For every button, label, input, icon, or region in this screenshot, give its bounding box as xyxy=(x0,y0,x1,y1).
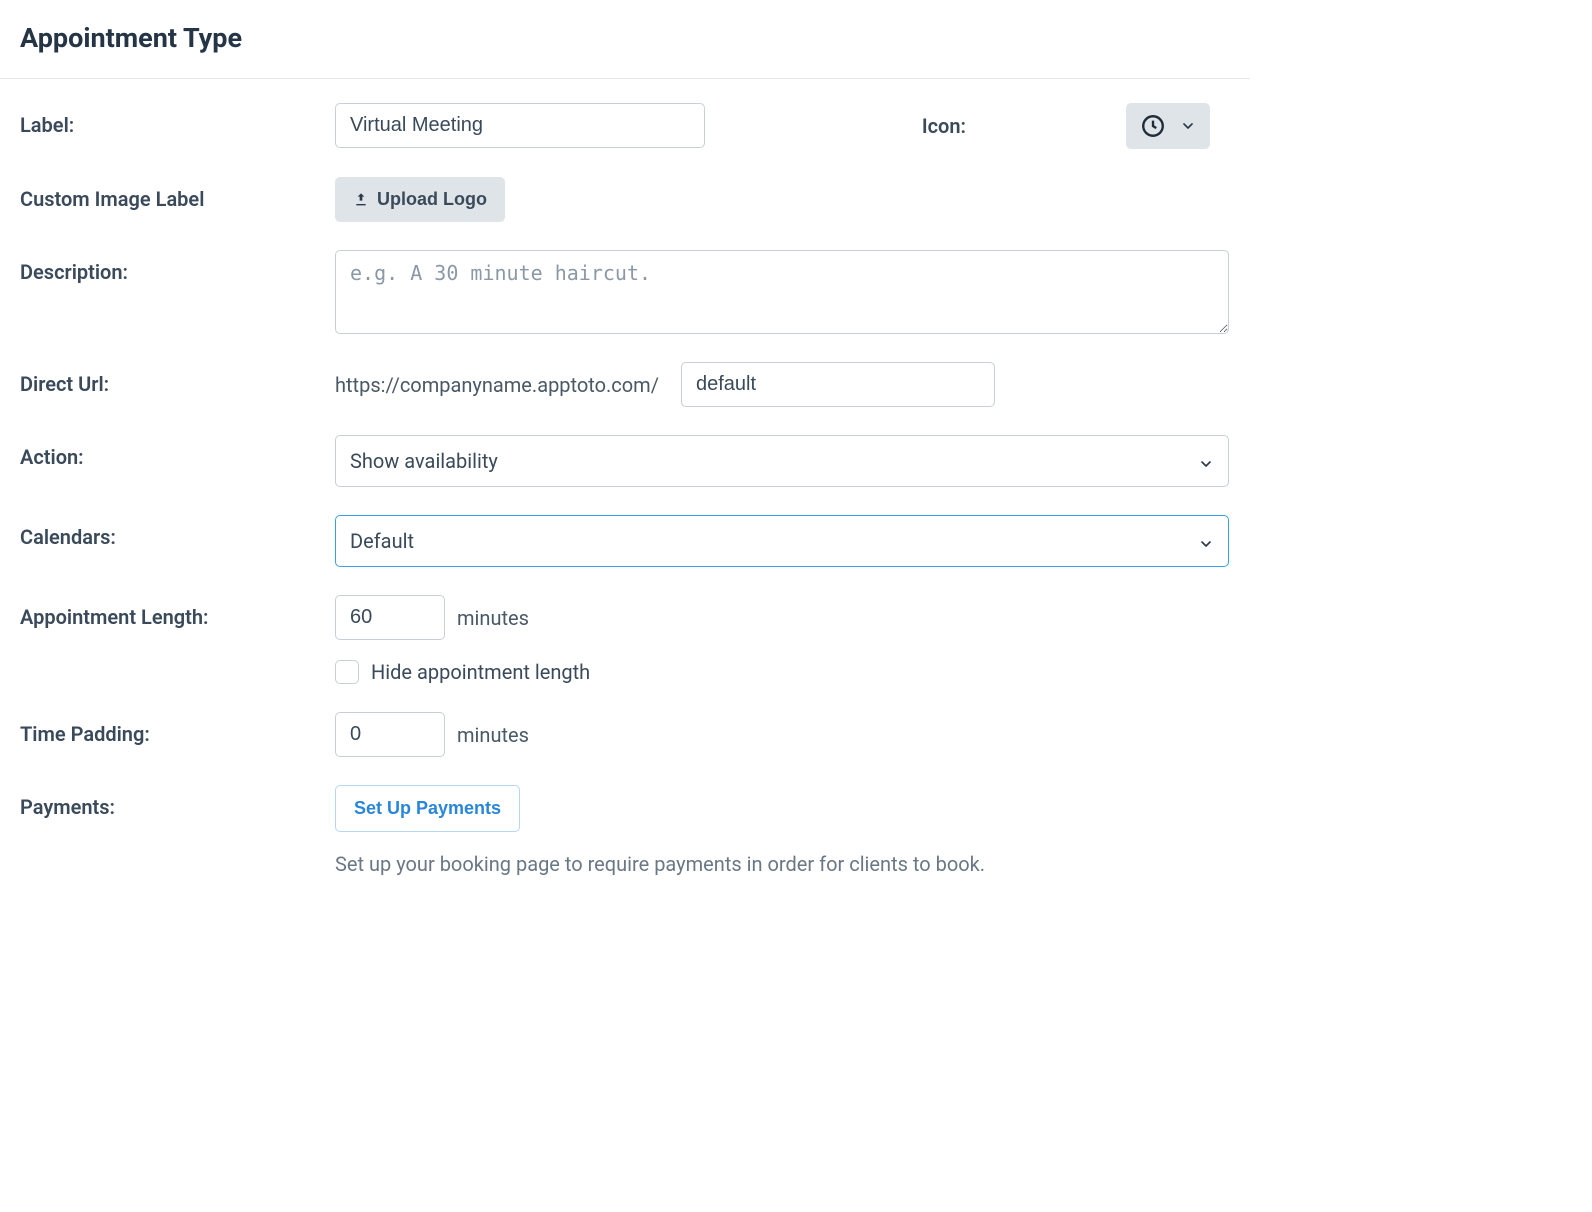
field-col-direct-url: https://companyname.apptoto.com/ xyxy=(335,362,1230,407)
label-col-action: Action: xyxy=(20,435,335,469)
chevron-down-icon xyxy=(1198,533,1214,549)
row-appointment-length: Appointment Length: minutes Hide appoint… xyxy=(20,595,1230,684)
label-col-payments: Payments: xyxy=(20,785,335,819)
field-col-description xyxy=(335,250,1230,334)
field-col-appointment-length: minutes Hide appointment length xyxy=(335,595,1230,684)
upload-icon xyxy=(353,192,369,208)
field-col-action: Show availability xyxy=(335,435,1230,487)
row-split-label-icon: Icon: xyxy=(335,103,1230,149)
label-text-direct-url: Direct Url: xyxy=(20,372,109,396)
label-col-calendars: Calendars: xyxy=(20,515,335,549)
hide-length-label: Hide appointment length xyxy=(371,660,590,684)
label-text-payments: Payments: xyxy=(20,795,115,819)
action-select[interactable]: Show availability xyxy=(335,435,1229,487)
hide-length-checkbox[interactable]: Hide appointment length xyxy=(335,660,590,684)
label-col-appointment-length: Appointment Length: xyxy=(20,595,335,629)
action-selected-value: Show availability xyxy=(350,449,498,473)
upload-logo-button[interactable]: Upload Logo xyxy=(335,177,505,222)
field-col-custom-image: Upload Logo xyxy=(335,177,1230,222)
icon-picker[interactable] xyxy=(1126,103,1210,149)
payments-help-text: Set up your booking page to require paym… xyxy=(335,852,1230,876)
row-direct-url: Direct Url: https://companyname.apptoto.… xyxy=(20,362,1230,407)
setup-payments-label: Set Up Payments xyxy=(354,798,501,819)
description-textarea[interactable] xyxy=(335,250,1229,334)
label-text-action: Action: xyxy=(20,445,84,469)
label-input[interactable] xyxy=(335,103,705,148)
minutes-suffix-1: minutes xyxy=(457,606,529,630)
calendars-select[interactable]: Default xyxy=(335,515,1229,567)
field-col-label-icon: Icon: xyxy=(335,103,1230,149)
row-description: Description: xyxy=(20,250,1230,334)
clock-icon xyxy=(1140,113,1166,139)
form-body: Label: Icon: xyxy=(0,79,1250,876)
chevron-down-icon xyxy=(1180,118,1196,134)
label-text-calendars: Calendars: xyxy=(20,525,116,549)
field-col-calendars: Default xyxy=(335,515,1230,567)
label-col-description: Description: xyxy=(20,250,335,284)
appointment-length-input[interactable] xyxy=(335,595,445,640)
time-padding-input[interactable] xyxy=(335,712,445,757)
field-col-time-padding: minutes xyxy=(335,712,1230,757)
field-col-payments: Set Up Payments Set up your booking page… xyxy=(335,785,1230,876)
url-slug-input[interactable] xyxy=(681,362,995,407)
label-text-time-padding: Time Padding: xyxy=(20,722,150,746)
label-text-custom-image: Custom Image Label xyxy=(20,187,204,211)
icon-label-text: Icon: xyxy=(922,114,966,138)
checkbox-box xyxy=(335,660,359,684)
page-title: Appointment Type xyxy=(20,22,1230,54)
row-time-padding: Time Padding: minutes xyxy=(20,712,1230,757)
minutes-suffix-2: minutes xyxy=(457,723,529,747)
chevron-down-icon xyxy=(1198,453,1214,469)
appointment-type-form: Appointment Type Label: Icon: xyxy=(0,0,1250,926)
row-payments: Payments: Set Up Payments Set up your bo… xyxy=(20,785,1230,876)
label-input-wrap xyxy=(335,103,705,148)
upload-logo-label: Upload Logo xyxy=(377,189,487,210)
label-col-label: Label: xyxy=(20,103,335,137)
row-calendars: Calendars: Default xyxy=(20,515,1230,567)
row-label-icon: Label: Icon: xyxy=(20,103,1230,149)
page-header: Appointment Type xyxy=(0,0,1250,79)
label-text-description: Description: xyxy=(20,260,128,284)
label-text-appointment-length: Appointment Length: xyxy=(20,605,208,629)
label-col-direct-url: Direct Url: xyxy=(20,362,335,396)
label-text-label: Label: xyxy=(20,113,74,137)
setup-payments-button[interactable]: Set Up Payments xyxy=(335,785,520,832)
label-col-custom-image: Custom Image Label xyxy=(20,177,335,211)
icon-group: Icon: xyxy=(922,103,1230,149)
row-custom-image: Custom Image Label Upload Logo xyxy=(20,177,1230,222)
calendars-selected-value: Default xyxy=(350,529,414,553)
row-action: Action: Show availability xyxy=(20,435,1230,487)
url-prefix-text: https://companyname.apptoto.com/ xyxy=(335,373,659,397)
label-col-time-padding: Time Padding: xyxy=(20,712,335,746)
